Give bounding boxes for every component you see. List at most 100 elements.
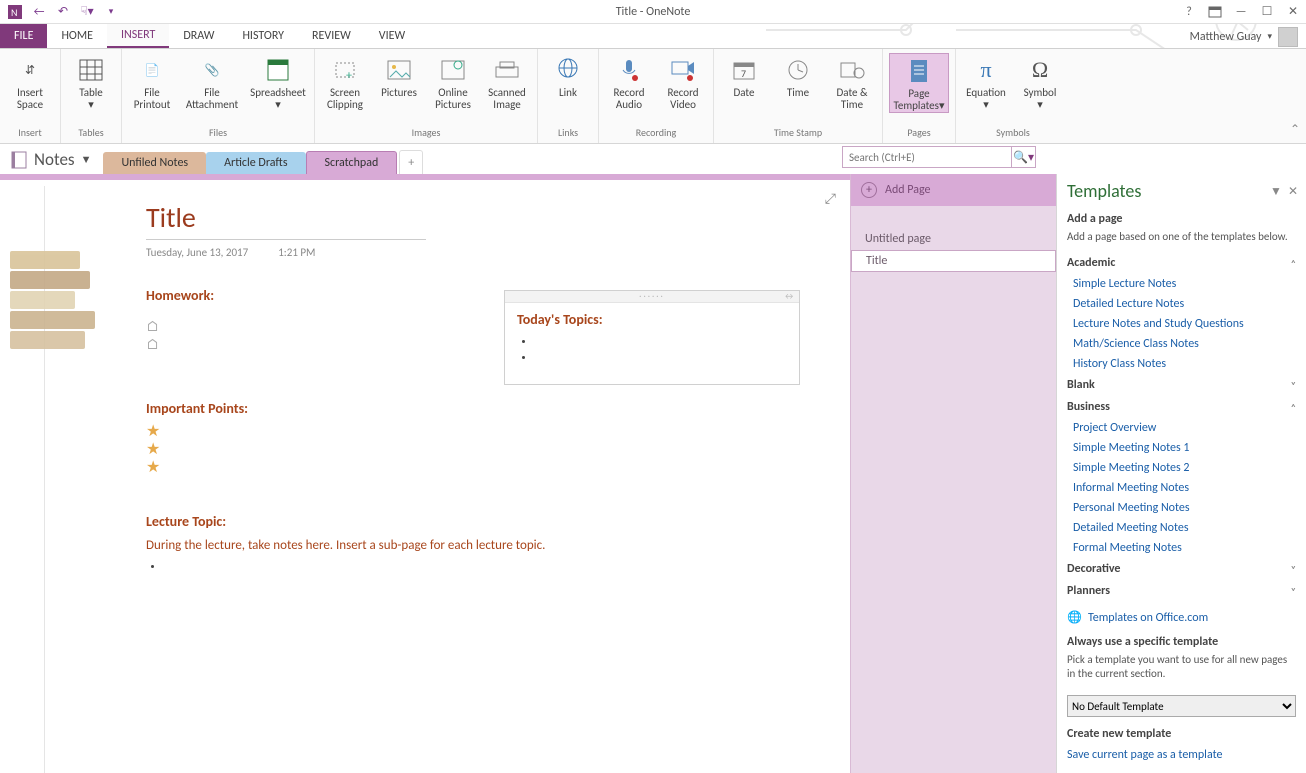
tpl-link[interactable]: Simple Meeting Notes 1 [1067,438,1296,458]
record-video-button[interactable]: Record Video [659,53,707,111]
heading-important[interactable]: Important Points: [146,400,850,417]
ribbon-display-icon[interactable] [1202,0,1228,24]
symbol-button[interactable]: ΩSymbol▾ [1016,53,1064,111]
time-button[interactable]: Time [774,53,822,111]
page-title[interactable]: Title [146,200,850,235]
online-pictures-button[interactable]: Online Pictures [429,53,477,111]
tpl-link[interactable]: Personal Meeting Notes [1067,498,1296,518]
add-section-button[interactable]: + [399,150,423,174]
tab-home[interactable]: HOME [47,24,107,48]
page-list-item-selected[interactable]: Title [851,250,1056,272]
datetime-button[interactable]: Date & Time [828,53,876,111]
notebook-dropdown[interactable]: Notes ▼ [0,149,103,174]
tab-draw[interactable]: DRAW [169,24,228,48]
help-icon[interactable]: ? [1176,0,1202,24]
cat-business[interactable]: Business˄ [1067,396,1296,418]
spreadsheet-button[interactable]: Spreadsheet▾ [248,53,308,111]
heading-lecture[interactable]: Lecture Topic: [146,513,850,530]
cat-decorative[interactable]: Decorative˅ [1067,558,1296,580]
file-attachment-button[interactable]: 📎File Attachment [182,53,242,111]
tpl-link[interactable]: History Class Notes [1067,354,1296,374]
tpl-link[interactable]: Detailed Meeting Notes [1067,518,1296,538]
link-icon [553,55,583,85]
page-list-item[interactable]: Untitled page [851,228,1056,250]
scanned-image-button[interactable]: Scanned Image [483,53,531,111]
pictures-button[interactable]: Pictures [375,53,423,111]
default-template-select[interactable]: No Default Template [1067,695,1296,717]
equation-button[interactable]: πEquation▾ [962,53,1010,111]
resize-icon[interactable]: ↔ [783,291,795,302]
add-page-button[interactable]: + Add Page [851,174,1056,206]
insert-space-button[interactable]: ⇵Insert Space [6,53,54,111]
section-tab-scratchpad[interactable]: Scratchpad [306,151,398,174]
tpl-link[interactable]: Detailed Lecture Notes [1067,294,1296,314]
record-audio-button[interactable]: Record Audio [605,53,653,111]
tpl-link[interactable]: Lecture Notes and Study Questions [1067,314,1296,334]
tpl-link[interactable]: Simple Meeting Notes 2 [1067,458,1296,478]
user-menu[interactable]: Matthew Guay▾ [1190,24,1298,49]
screen-clipping-button[interactable]: +Screen Clipping [321,53,369,111]
search-input[interactable] [842,146,1012,168]
chevron-down-icon: ▼ [81,153,92,166]
pane-close-icon[interactable]: ✕ [1288,184,1298,199]
group-files-label: Files [128,126,308,141]
online-pictures-icon [438,55,468,85]
chevron-down-icon: ˅ [1291,563,1296,576]
cat-academic[interactable]: Academic˄ [1067,252,1296,274]
touch-mode-icon[interactable]: ☟▾ [76,1,98,23]
collapse-ribbon-icon[interactable]: ⌃ [1290,122,1300,137]
group-timestamp-label: Time Stamp [720,126,876,141]
save-template-link[interactable]: Save current page as a template [1067,745,1296,765]
group-pages-label: Pages [889,126,949,141]
link-button[interactable]: Link [544,53,592,99]
group-recording-label: Recording [605,126,707,141]
tpl-link[interactable]: Math/Science Class Notes [1067,334,1296,354]
window-title: Title - OneNote [616,5,691,19]
date-button[interactable]: 7Date [720,53,768,111]
star-icon: ★ [146,423,850,441]
star-icon: ★ [146,441,850,459]
office-templates-link[interactable]: 🌐Templates on Office.com [1067,610,1296,625]
file-printout-button[interactable]: 📄File Printout [128,53,176,111]
today-bullet[interactable] [535,334,787,350]
heading-today[interactable]: Today's Topics: [517,311,787,328]
table-button[interactable]: Table▾ [67,53,115,111]
tab-view[interactable]: VIEW [365,24,419,48]
back-icon[interactable]: ← [28,1,50,23]
search-button[interactable]: 🔍▾ [1012,146,1036,168]
tab-insert[interactable]: INSERT [107,24,169,48]
tpl-link[interactable]: Formal Meeting Notes [1067,538,1296,558]
group-tables-label: Tables [67,126,115,141]
globe-icon: 🌐 [1067,610,1082,625]
tab-review[interactable]: REVIEW [298,24,365,48]
app-icon: N [4,1,26,23]
undo-icon[interactable]: ↶ [52,1,74,23]
attachment-icon: 📎 [197,55,227,85]
cat-planners[interactable]: Planners˅ [1067,580,1296,602]
plus-icon: + [861,182,877,198]
lecture-body[interactable]: During the lecture, take notes here. Ins… [146,538,850,553]
close-icon[interactable]: ✕ [1280,0,1306,24]
qat-customize-icon[interactable]: ▾ [100,1,122,23]
tpl-link[interactable]: Simple Lecture Notes [1067,274,1296,294]
page-templates-button[interactable]: Page Templates▾ [889,53,949,113]
group-insert-label: Insert [6,126,54,141]
always-use-desc: Pick a template you want to use for all … [1067,653,1296,681]
cat-blank[interactable]: Blank˅ [1067,374,1296,396]
note-container[interactable]: ······↔ Today's Topics: [504,290,800,385]
section-tab-drafts[interactable]: Article Drafts [206,152,305,174]
tab-file[interactable]: FILE [0,24,47,48]
tab-history[interactable]: HISTORY [228,24,298,48]
add-page-label: Add Page [885,183,930,197]
section-tab-unfiled[interactable]: Unfiled Notes [103,152,206,174]
lecture-bullet[interactable] [164,559,850,573]
tpl-link[interactable]: Informal Meeting Notes [1067,478,1296,498]
minimize-icon[interactable]: — [1228,0,1254,24]
group-images-label: Images [321,126,531,141]
container-handle[interactable]: ······↔ [505,291,799,303]
tpl-link[interactable]: Project Overview [1067,418,1296,438]
today-bullet[interactable] [535,350,787,366]
maximize-icon[interactable]: ☐ [1254,0,1280,24]
chevron-down-icon: ˅ [1291,585,1296,598]
pane-options-icon[interactable]: ▼ [1270,184,1282,199]
